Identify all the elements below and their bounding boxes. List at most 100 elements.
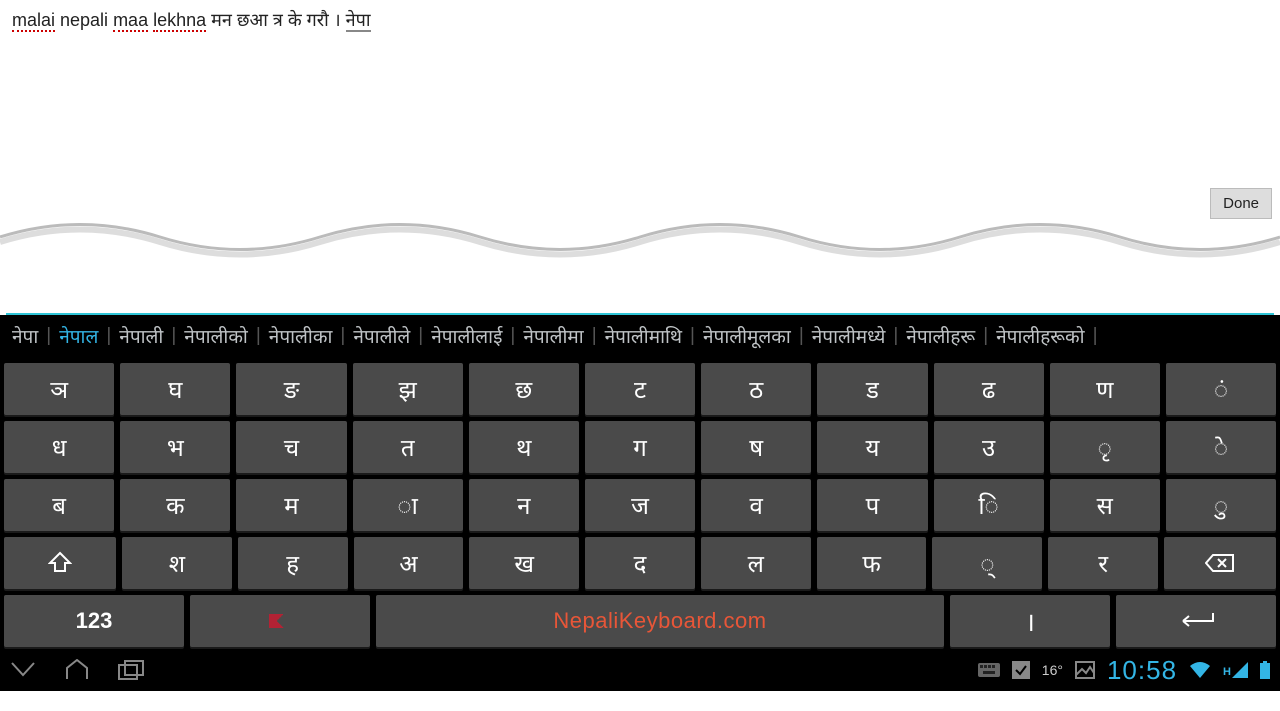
char-key[interactable]: ब xyxy=(4,479,114,531)
text-segment: lekhna xyxy=(153,10,206,32)
char-key[interactable]: थ xyxy=(469,421,579,473)
weather-temp: 16° xyxy=(1042,662,1063,678)
char-key[interactable]: उ xyxy=(934,421,1044,473)
char-key[interactable]: क xyxy=(120,479,230,531)
char-key[interactable]: ठ xyxy=(701,363,811,415)
suggestion-item[interactable]: नेपालीका xyxy=(261,323,341,349)
char-key[interactable]: र xyxy=(1048,537,1158,589)
battery-icon xyxy=(1260,661,1270,679)
text-segment: मन छआ त्र के गरौ । xyxy=(206,10,346,30)
decorative-wave xyxy=(0,212,1280,262)
char-key[interactable]: छ xyxy=(469,363,579,415)
suggestion-item[interactable]: नेपालीहरूको xyxy=(988,323,1092,349)
suggestion-item[interactable]: नेपाल xyxy=(51,323,106,349)
char-key[interactable]: त xyxy=(353,421,463,473)
char-key[interactable]: ञ xyxy=(4,363,114,415)
suggestion-item[interactable]: नेपा xyxy=(4,323,46,349)
shift-key[interactable] xyxy=(4,537,116,589)
recent-apps-button[interactable] xyxy=(118,660,148,680)
suggestion-item[interactable]: नेपालीमध्ये xyxy=(804,323,894,349)
char-key[interactable]: य xyxy=(817,421,927,473)
backspace-icon xyxy=(1205,553,1235,573)
wifi-icon xyxy=(1189,661,1211,679)
char-key[interactable]: ङ xyxy=(236,363,346,415)
char-key[interactable]: व xyxy=(701,479,811,531)
char-key[interactable]: ड xyxy=(817,363,927,415)
char-key[interactable]: फ xyxy=(817,537,927,589)
char-key[interactable]: ि xyxy=(934,479,1044,531)
suggestion-item[interactable]: नेपाली xyxy=(111,323,171,349)
char-key[interactable]: ह xyxy=(238,537,348,589)
system-navbar: 16° 10:58 H xyxy=(0,649,1280,691)
char-key[interactable]: े xyxy=(1166,421,1276,473)
key-row-2: धभचतथगषयउृे xyxy=(4,421,1276,473)
nav-left xyxy=(10,659,148,681)
text-segment: nepali xyxy=(55,10,113,30)
char-key[interactable]: ल xyxy=(701,537,811,589)
char-key[interactable]: प xyxy=(817,479,927,531)
nepal-flag-icon xyxy=(269,614,291,628)
checkbox-notification-icon[interactable] xyxy=(1012,661,1030,679)
char-key[interactable]: ष xyxy=(701,421,811,473)
char-key[interactable]: ज xyxy=(585,479,695,531)
shift-icon xyxy=(48,551,72,575)
key-row-3: बकमानजवपिसु xyxy=(4,479,1276,531)
suggestion-item[interactable]: नेपालीमूलका xyxy=(695,323,799,349)
suggestion-bar[interactable]: नेपा|नेपाल|नेपाली|नेपालीको|नेपालीका|नेपा… xyxy=(0,315,1280,357)
suggestion-item[interactable]: नेपालीमा xyxy=(515,323,591,349)
picture-notification-icon[interactable] xyxy=(1075,661,1095,679)
input-focus-line xyxy=(6,313,1274,315)
char-key[interactable]: ् xyxy=(932,537,1042,589)
hide-keyboard-button[interactable] xyxy=(10,661,36,679)
char-key[interactable]: ढ xyxy=(934,363,1044,415)
text-segment: नेपा xyxy=(346,10,371,32)
char-key[interactable]: ं xyxy=(1166,363,1276,415)
language-key[interactable] xyxy=(190,595,370,647)
char-key[interactable]: घ xyxy=(120,363,230,415)
key-row-4: शहअखदलफ्र xyxy=(4,537,1276,589)
suggestion-item[interactable]: नेपालीमाथि xyxy=(597,323,690,349)
char-key[interactable]: ट xyxy=(585,363,695,415)
char-key[interactable]: ध xyxy=(4,421,114,473)
key-row-bottom: 123 NepaliKeyboard.com । xyxy=(4,595,1276,647)
text-input-area[interactable]: malai nepali maa lekhna मन छआ त्र के गरौ… xyxy=(0,0,1280,315)
suggestion-separator: | xyxy=(1093,325,1098,347)
char-key[interactable]: ण xyxy=(1050,363,1160,415)
key-row-1: ञघङझछटठडढणं xyxy=(4,363,1276,415)
char-key[interactable]: स xyxy=(1050,479,1160,531)
suggestion-item[interactable]: नेपालीको xyxy=(176,323,256,349)
char-key[interactable]: ग xyxy=(585,421,695,473)
char-key[interactable]: झ xyxy=(353,363,463,415)
home-button[interactable] xyxy=(64,659,90,681)
danda-key[interactable]: । xyxy=(950,595,1110,647)
char-key[interactable]: ा xyxy=(353,479,463,531)
signal-icon: H xyxy=(1223,662,1248,678)
suggestion-item[interactable]: नेपालीहरू xyxy=(898,323,983,349)
char-key[interactable]: ख xyxy=(469,537,579,589)
enter-icon xyxy=(1177,612,1215,630)
soft-keyboard: ञघङझछटठडढणं धभचतथगषयउृे बकमानजवपिसु शहअख… xyxy=(0,357,1280,649)
char-key[interactable]: भ xyxy=(120,421,230,473)
char-key[interactable]: ु xyxy=(1166,479,1276,531)
char-key[interactable]: म xyxy=(236,479,346,531)
text-content: malai nepali maa lekhna मन छआ त्र के गरौ… xyxy=(12,8,1268,32)
text-segment: malai xyxy=(12,10,55,32)
done-button[interactable]: Done xyxy=(1210,188,1272,219)
char-key[interactable]: द xyxy=(585,537,695,589)
suggestion-item[interactable]: नेपालीले xyxy=(345,323,418,349)
enter-key[interactable] xyxy=(1116,595,1276,647)
status-clock: 10:58 xyxy=(1107,655,1177,686)
char-key[interactable]: न xyxy=(469,479,579,531)
text-segment: maa xyxy=(113,10,148,32)
nav-right: 16° 10:58 H xyxy=(978,655,1270,686)
numeric-key[interactable]: 123 xyxy=(4,595,184,647)
char-key[interactable]: श xyxy=(122,537,232,589)
keyboard-notification-icon[interactable] xyxy=(978,663,1000,677)
screen: malai nepali maa lekhna मन छआ त्र के गरौ… xyxy=(0,0,1280,711)
char-key[interactable]: अ xyxy=(354,537,464,589)
char-key[interactable]: च xyxy=(236,421,346,473)
space-key[interactable]: NepaliKeyboard.com xyxy=(376,595,944,647)
suggestion-item[interactable]: नेपालीलाई xyxy=(423,323,510,349)
backspace-key[interactable] xyxy=(1164,537,1276,589)
char-key[interactable]: ृ xyxy=(1050,421,1160,473)
